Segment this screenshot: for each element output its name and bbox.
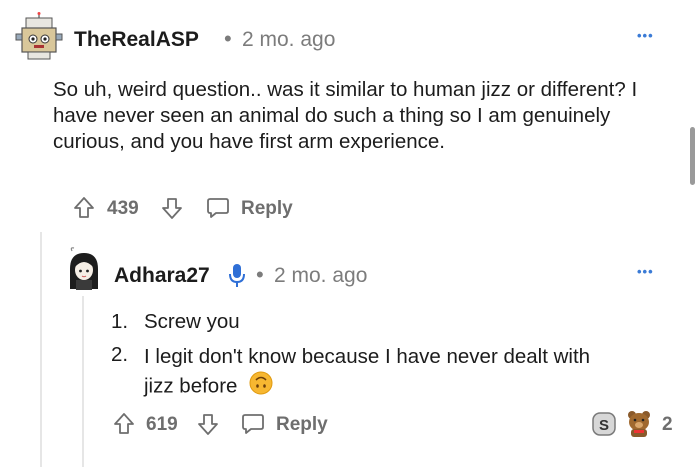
more-options-button[interactable]: ••• bbox=[637, 264, 654, 279]
downvote-button[interactable] bbox=[160, 195, 184, 221]
svg-text:S: S bbox=[599, 417, 609, 434]
speech-bubble-icon bbox=[242, 414, 264, 434]
separator-dot: • bbox=[224, 26, 232, 51]
separator-dot: • bbox=[256, 262, 264, 287]
upvote-button[interactable] bbox=[112, 411, 136, 437]
vote-count: 439 bbox=[107, 198, 139, 219]
bear-award-icon bbox=[628, 411, 650, 437]
downvote-button[interactable] bbox=[196, 411, 220, 437]
list-text-content: I legit don't know because I have never … bbox=[144, 345, 591, 398]
timestamp: 2 mo. ago bbox=[274, 264, 368, 287]
silver-award-icon: S bbox=[592, 412, 616, 436]
list-number: 1. bbox=[111, 310, 129, 333]
more-options-button[interactable]: ••• bbox=[637, 28, 654, 43]
comment-body: So uh, weird question.. was it similar t… bbox=[53, 78, 638, 153]
username[interactable]: Adhara27 bbox=[114, 264, 210, 288]
timestamp: 2 mo. ago bbox=[242, 28, 336, 51]
scrollbar-thumb[interactable] bbox=[690, 127, 695, 185]
reply-label: Reply bbox=[276, 414, 328, 435]
thread-line-nested[interactable] bbox=[82, 296, 84, 467]
avatar[interactable] bbox=[64, 245, 104, 295]
upside-down-face-icon bbox=[249, 371, 273, 403]
girl-avatar-icon bbox=[70, 247, 98, 290]
downvote-arrow-icon bbox=[198, 414, 218, 435]
username[interactable]: TheRealASP bbox=[74, 28, 199, 52]
list-text: I legit don't know because I have never … bbox=[144, 342, 619, 403]
awards[interactable]: S 2 bbox=[590, 408, 690, 440]
upvote-arrow-icon bbox=[74, 197, 94, 218]
avatar[interactable] bbox=[14, 12, 64, 60]
list-number: 2. bbox=[111, 343, 129, 366]
robot-avatar-icon bbox=[15, 12, 63, 60]
microphone-icon bbox=[228, 262, 246, 293]
reply-button[interactable]: Reply bbox=[205, 195, 305, 223]
list-text: Screw you bbox=[144, 310, 240, 333]
award-count: 2 bbox=[662, 414, 673, 435]
thread-line[interactable] bbox=[40, 232, 42, 467]
vote-count: 619 bbox=[146, 414, 178, 435]
upvote-button[interactable] bbox=[72, 195, 96, 221]
reply-label: Reply bbox=[241, 198, 293, 219]
reply-button[interactable]: Reply bbox=[240, 411, 340, 439]
speech-bubble-icon bbox=[207, 198, 229, 218]
downvote-arrow-icon bbox=[162, 198, 182, 219]
upvote-arrow-icon bbox=[114, 413, 134, 434]
